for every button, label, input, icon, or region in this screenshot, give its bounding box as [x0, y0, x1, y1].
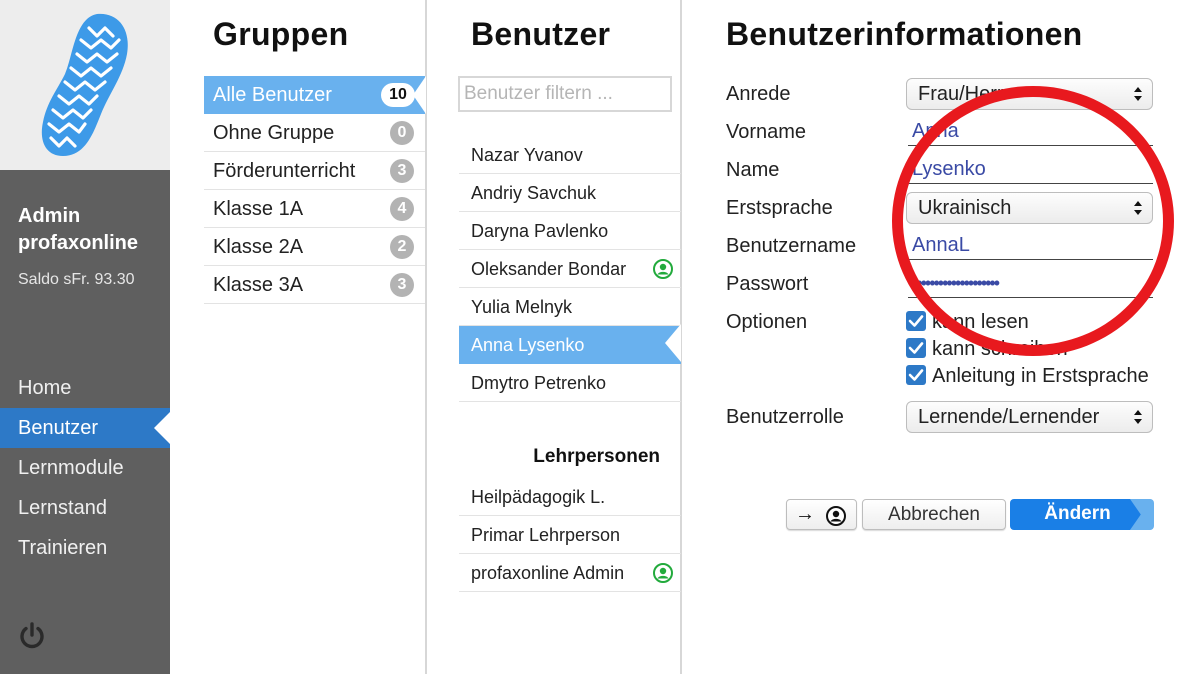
label-vorname: Vorname	[726, 121, 807, 143]
group-item-klasse-2a[interactable]: Klasse 2A 2	[204, 228, 425, 266]
group-label: Klasse 2A	[213, 236, 304, 258]
user-name: Daryna Pavlenko	[471, 221, 609, 241]
user-item[interactable]: Yulia Melnyk	[459, 288, 681, 326]
nav-lernstand[interactable]: Lernstand	[0, 488, 170, 528]
benutzerrolle-value: Lernende/Lernender	[918, 406, 1100, 428]
checkbox-checked-icon[interactable]	[906, 365, 926, 385]
checkbox-checked-icon[interactable]	[906, 338, 926, 358]
erstsprache-select[interactable]: Ukrainisch	[906, 192, 1153, 224]
online-user-icon	[653, 259, 673, 279]
arrow-right-label: →	[795, 503, 815, 525]
benutzername-field[interactable]: AnnaL	[908, 230, 1153, 260]
teacher-name: Heilpädagogik L.	[471, 487, 606, 507]
groups-title: Gruppen	[213, 16, 349, 52]
user-filter-input[interactable]	[458, 76, 672, 112]
online-user-icon	[653, 563, 673, 583]
label-passwort: Passwort	[726, 273, 809, 295]
user-item[interactable]: Andriy Savchuk	[459, 174, 681, 212]
user-name: Dmytro Petrenko	[471, 373, 607, 393]
group-label: Alle Benutzer	[213, 84, 332, 106]
user-name: Andriy Savchuk	[471, 183, 597, 203]
groups-list: Alle Benutzer 10 Ohne Gruppe 0 Förderunt…	[204, 76, 425, 304]
main-nav: Home Benutzer Lernmodule Lernstand Train…	[0, 368, 170, 568]
count-badge: 3	[390, 273, 414, 297]
saldo-balance: Saldo sFr. 93.30	[18, 271, 135, 288]
count-badge: 10	[381, 83, 415, 107]
user-item[interactable]: Dmytro Petrenko	[459, 364, 681, 402]
change-button-label: Ändern	[1044, 503, 1111, 524]
active-group-notch	[413, 76, 426, 114]
teacher-item[interactable]: Primar Lehrperson	[459, 516, 681, 554]
label-benutzerrolle: Benutzerrolle	[726, 406, 844, 428]
power-icon[interactable]	[18, 622, 46, 650]
change-button[interactable]: Ändern	[1010, 499, 1153, 530]
user-item[interactable]: Nazar Yvanov	[459, 136, 681, 174]
teachers-list: Heilpädagogik L. Primar Lehrperson profa…	[459, 478, 681, 592]
option-label: Anleitung in Erstsprache	[932, 365, 1149, 387]
active-user-notch	[665, 324, 681, 362]
user-name: Yulia Melnyk	[471, 297, 573, 317]
teachers-heading: Lehrpersonen	[533, 446, 660, 467]
nav-home[interactable]: Home	[0, 368, 170, 408]
nav-lernmodule[interactable]: Lernmodule	[0, 448, 170, 488]
label-anrede: Anrede	[726, 83, 791, 105]
anrede-select[interactable]: Frau/Herr	[906, 78, 1153, 110]
teacher-name: Primar Lehrperson	[471, 525, 621, 545]
count-badge: 3	[390, 159, 414, 183]
user-item[interactable]: Oleksander Bondar	[459, 250, 681, 288]
count-badge: 4	[390, 197, 414, 221]
teacher-item[interactable]: Heilpädagogik L.	[459, 478, 681, 516]
count-badge: 0	[390, 121, 414, 145]
count-badge: 2	[390, 235, 414, 259]
select-arrows-icon	[1134, 410, 1142, 424]
sidebar: Admin profaxonline Saldo sFr. 93.30 Home…	[0, 0, 170, 674]
label-name: Name	[726, 159, 780, 181]
group-item-alle-benutzer[interactable]: Alle Benutzer 10	[204, 76, 425, 114]
teacher-name: profaxonline Admin	[471, 563, 625, 583]
footprint-icon	[41, 13, 128, 156]
user-item-selected[interactable]: Anna Lysenko	[459, 326, 681, 364]
name-field[interactable]: Lysenko	[908, 154, 1153, 184]
select-arrows-icon	[1134, 87, 1142, 101]
option-label: kann lesen	[932, 311, 1029, 333]
nav-benutzer[interactable]: Benutzer	[0, 408, 170, 448]
users-list: Nazar Yvanov Andriy Savchuk Daryna Pavle…	[459, 136, 681, 402]
group-item-foerderunterricht[interactable]: Förderunterricht 3	[204, 152, 425, 190]
logo-area	[0, 0, 170, 170]
nav-trainieren[interactable]: Trainieren	[0, 528, 170, 568]
user-name: Nazar Yvanov	[471, 145, 583, 165]
checkbox-checked-icon[interactable]	[906, 311, 926, 331]
user-avatar-icon	[826, 506, 846, 526]
teacher-item[interactable]: profaxonline Admin	[459, 554, 681, 592]
admin-name: Admin profaxonline	[18, 205, 139, 254]
passwort-field[interactable]: ••••••••••••••••••••	[908, 268, 1153, 298]
password-dots: ••••••••••••••••••••	[912, 273, 1000, 293]
form-title: Benutzerinformationen	[726, 16, 1083, 52]
select-arrows-icon	[1134, 201, 1142, 215]
label-optionen: Optionen	[726, 311, 808, 333]
group-label: Ohne Gruppe	[213, 122, 335, 144]
group-item-ohne-gruppe[interactable]: Ohne Gruppe 0	[204, 114, 425, 152]
group-item-klasse-1a[interactable]: Klasse 1A 4	[204, 190, 425, 228]
user-item[interactable]: Daryna Pavlenko	[459, 212, 681, 250]
benutzerrolle-select[interactable]: Lernende/Lernender	[906, 401, 1153, 433]
option-label: kann schreiben	[932, 338, 1068, 360]
login-as-user-button[interactable]: →	[786, 499, 857, 530]
group-label: Förderunterricht	[213, 160, 356, 182]
erstsprache-value: Ukrainisch	[918, 197, 1012, 219]
group-item-klasse-3a[interactable]: Klasse 3A 3	[204, 266, 425, 304]
label-benutzername: Benutzername	[726, 235, 857, 257]
cancel-button[interactable]: Abbrechen	[862, 499, 1006, 530]
user-name: Oleksander Bondar	[471, 259, 627, 279]
label-erstsprache: Erstsprache	[726, 197, 833, 219]
user-name: Anna Lysenko	[471, 335, 585, 355]
group-label: Klasse 3A	[213, 274, 304, 296]
group-label: Klasse 1A	[213, 198, 304, 220]
vorname-field[interactable]: Anna	[908, 116, 1153, 146]
anrede-value: Frau/Herr	[918, 83, 1004, 105]
users-title: Benutzer	[471, 16, 611, 52]
